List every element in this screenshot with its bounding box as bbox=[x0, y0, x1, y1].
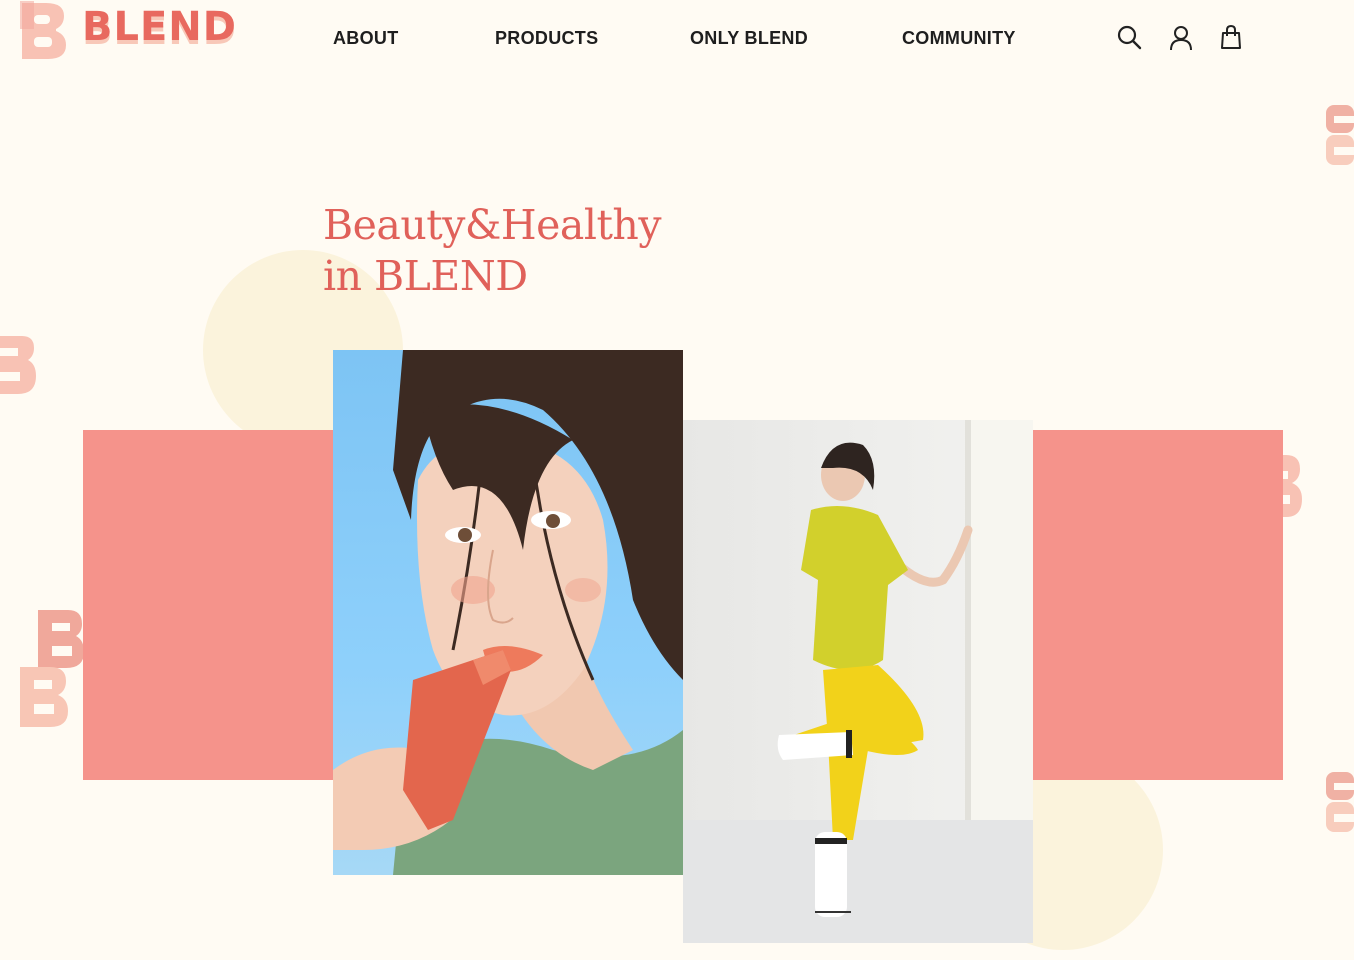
main-nav: ABOUT PRODUCTS ONLY BLEND COMMUNITY bbox=[0, 28, 1354, 54]
beauty-photo[interactable] bbox=[333, 350, 683, 875]
hero-headline: Beauty&Healthy in BLEND bbox=[323, 200, 662, 302]
decor-b-icon bbox=[1326, 772, 1354, 832]
nav-about[interactable]: ABOUT bbox=[333, 28, 399, 49]
accent-band-left bbox=[83, 430, 343, 780]
decor-b-icon bbox=[20, 667, 68, 727]
cart-icon[interactable] bbox=[1218, 24, 1246, 52]
decor-b-icon bbox=[38, 610, 84, 668]
decor-b-icon bbox=[1326, 105, 1354, 165]
nav-only-blend[interactable]: ONLY BLEND bbox=[690, 28, 808, 49]
decor-b-icon bbox=[1280, 455, 1302, 517]
decor-b-icon bbox=[0, 336, 36, 394]
hero-headline-line1: Beauty&Healthy bbox=[323, 201, 662, 249]
hero-headline-line2: in BLEND bbox=[323, 252, 528, 300]
healthy-photo[interactable] bbox=[683, 420, 1033, 943]
user-icon[interactable] bbox=[1168, 24, 1196, 52]
nav-products[interactable]: PRODUCTS bbox=[495, 28, 598, 49]
healthy-model-image bbox=[683, 420, 1033, 943]
nav-community[interactable]: COMMUNITY bbox=[902, 28, 1016, 49]
accent-band-right bbox=[1020, 430, 1283, 780]
search-icon[interactable] bbox=[1116, 24, 1144, 52]
beauty-model-image bbox=[333, 350, 683, 875]
